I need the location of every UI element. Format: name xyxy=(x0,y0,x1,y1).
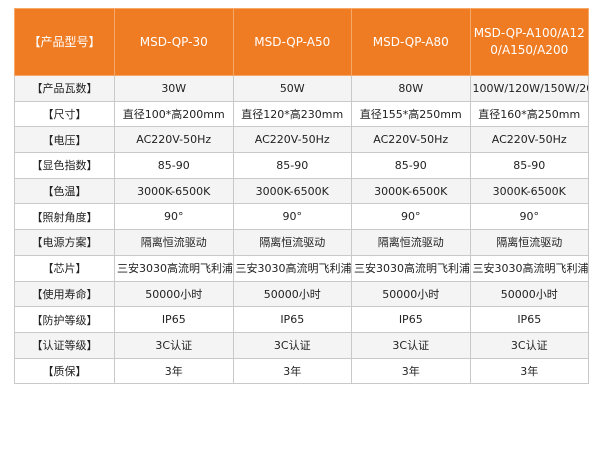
table-row: 【质保】 3年 3年 3年 3年 xyxy=(14,357,589,385)
table-cell: 隔离恒流驱动 xyxy=(469,229,589,256)
row-label-cell: 【电压】 xyxy=(14,126,115,154)
row-label-cell: 【尺寸】 xyxy=(14,100,115,128)
header-row: 【产品型号】 MSD-QP-30 MSD-QP-A50 MSD-QP-A80 M… xyxy=(14,8,589,76)
header-cell-model: MSD-QP-A80 xyxy=(351,8,471,76)
table-cell: 隔离恒流驱动 xyxy=(232,229,352,256)
table-cell: IP65 xyxy=(232,306,352,333)
spec-sheet: 【产品型号】 MSD-QP-30 MSD-QP-A50 MSD-QP-A80 M… xyxy=(0,0,600,450)
row-label-cell: 【电源方案】 xyxy=(14,229,115,256)
table-row: 【色温】 3000K-6500K 3000K-6500K 3000K-6500K 300… xyxy=(14,177,589,205)
table-cell: 3000K-6500K xyxy=(351,177,471,205)
table-cell: 90° xyxy=(232,203,352,231)
table-cell: 3C认证 xyxy=(114,331,234,359)
table-body: 【产品瓦数】30W50W80W100W/120W/150W/200W【尺寸】直径… xyxy=(14,75,589,385)
table-cell: AC220V-50Hz xyxy=(232,126,352,154)
table-cell: 90° xyxy=(469,203,589,231)
table-row: 【照射角度】 90° 90° 90° 90° xyxy=(14,203,589,231)
table-row: 【认证等级】 3C认证 3C认证 3C认证 3C认证 xyxy=(14,331,589,359)
table-cell: 直径160*高250mm xyxy=(469,100,589,128)
table-header: 【产品型号】 MSD-QP-30 MSD-QP-A50 MSD-QP-A80 M… xyxy=(14,8,589,76)
table-cell: 80W xyxy=(351,75,471,102)
row-label-cell: 【芯片】 xyxy=(14,254,115,282)
table-cell: 50W xyxy=(232,75,352,102)
header-cell-model: MSD-QP-A50 xyxy=(232,8,352,76)
table-cell: 85-90 xyxy=(114,152,234,179)
table-cell: 隔离恒流驱动 xyxy=(114,229,234,256)
table-cell: 50000小时 xyxy=(469,280,589,308)
table-cell: 三安3030高流明飞利浦晶元 xyxy=(469,254,589,282)
table-row: 【电压】 AC220V-50Hz AC220V-50Hz AC220V-50Hz AC2… xyxy=(14,126,589,154)
table-cell: 3C认证 xyxy=(232,331,352,359)
table-row: 【使用寿命】 50000小时 50000小时 50000小时 50000小时 xyxy=(14,280,589,308)
table-cell: 3年 xyxy=(114,357,234,385)
table-cell: 三安3030高流明飞利浦晶元 xyxy=(351,254,471,282)
table-cell: 3000K-6500K xyxy=(114,177,234,205)
table-cell: AC220V-50Hz xyxy=(351,126,471,154)
table-cell: 直径155*高250mm xyxy=(351,100,471,128)
row-label-cell: 【认证等级】 xyxy=(14,331,115,359)
table-cell: 隔离恒流驱动 xyxy=(351,229,471,256)
row-label-cell: 【照射角度】 xyxy=(14,203,115,231)
table-cell: 直径120*高230mm xyxy=(232,100,352,128)
table-cell: 三安3030高流明飞利浦晶元 xyxy=(232,254,352,282)
table-cell: 50000小时 xyxy=(114,280,234,308)
table-cell: 直径100*高200mm xyxy=(114,100,234,128)
row-label-cell: 【防护等级】 xyxy=(14,306,115,333)
table-cell: 85-90 xyxy=(351,152,471,179)
table-cell: IP65 xyxy=(114,306,234,333)
table-cell: 3年 xyxy=(232,357,352,385)
table-cell: 3C认证 xyxy=(469,331,589,359)
table-cell: 三安3030高流明飞利浦晶元 xyxy=(114,254,234,282)
table-cell: 100W/120W/150W/200W xyxy=(469,75,589,102)
table-cell: 3年 xyxy=(469,357,589,385)
row-label-cell: 【质保】 xyxy=(14,357,115,385)
row-label-cell: 【使用寿命】 xyxy=(14,280,115,308)
table-cell: 85-90 xyxy=(469,152,589,179)
table-cell: AC220V-50Hz xyxy=(114,126,234,154)
table-cell: 3000K-6500K xyxy=(469,177,589,205)
table-cell: 3年 xyxy=(351,357,471,385)
header-cell-label: 【产品型号】 xyxy=(14,8,115,76)
row-label-cell: 【色温】 xyxy=(14,177,115,205)
table-cell: 50000小时 xyxy=(351,280,471,308)
table-cell: 90° xyxy=(351,203,471,231)
table-row: 【电源方案】 隔离恒流驱动 隔离恒流驱动 隔离恒流驱动 隔离恒流驱动 xyxy=(14,229,589,256)
table-cell: 30W xyxy=(114,75,234,102)
table-cell: 90° xyxy=(114,203,234,231)
table-cell: IP65 xyxy=(351,306,471,333)
table-cell: 3C认证 xyxy=(351,331,471,359)
table-cell: 85-90 xyxy=(232,152,352,179)
header-cell-model: MSD-QP-A100/A120/A150/A200 xyxy=(469,8,589,76)
header-cell-model: MSD-QP-30 xyxy=(114,8,234,76)
table-cell: 3000K-6500K xyxy=(232,177,352,205)
table-cell: AC220V-50Hz xyxy=(469,126,589,154)
table-row: 【芯片】三安3030高流明飞利浦晶元三安3030高流明飞利浦晶元三安3030高流… xyxy=(14,254,589,282)
product-spec-table: 【产品型号】 MSD-QP-30 MSD-QP-A50 MSD-QP-A80 M… xyxy=(14,8,589,385)
table-cell: 50000小时 xyxy=(232,280,352,308)
table-row: 【产品瓦数】30W50W80W100W/120W/150W/200W xyxy=(14,75,589,102)
table-row: 【尺寸】 直径100*高200mm 直径120*高230mm 直径155*高250mm… xyxy=(14,100,589,128)
table-row: 【显色指数】 85-90 85-90 85-90 85-90 xyxy=(14,152,589,179)
table-cell: IP65 xyxy=(469,306,589,333)
table-row: 【防护等级】 IP65 IP65 IP65 IP65 xyxy=(14,306,589,333)
row-label-cell: 【产品瓦数】 xyxy=(14,75,115,102)
row-label-cell: 【显色指数】 xyxy=(14,152,115,179)
